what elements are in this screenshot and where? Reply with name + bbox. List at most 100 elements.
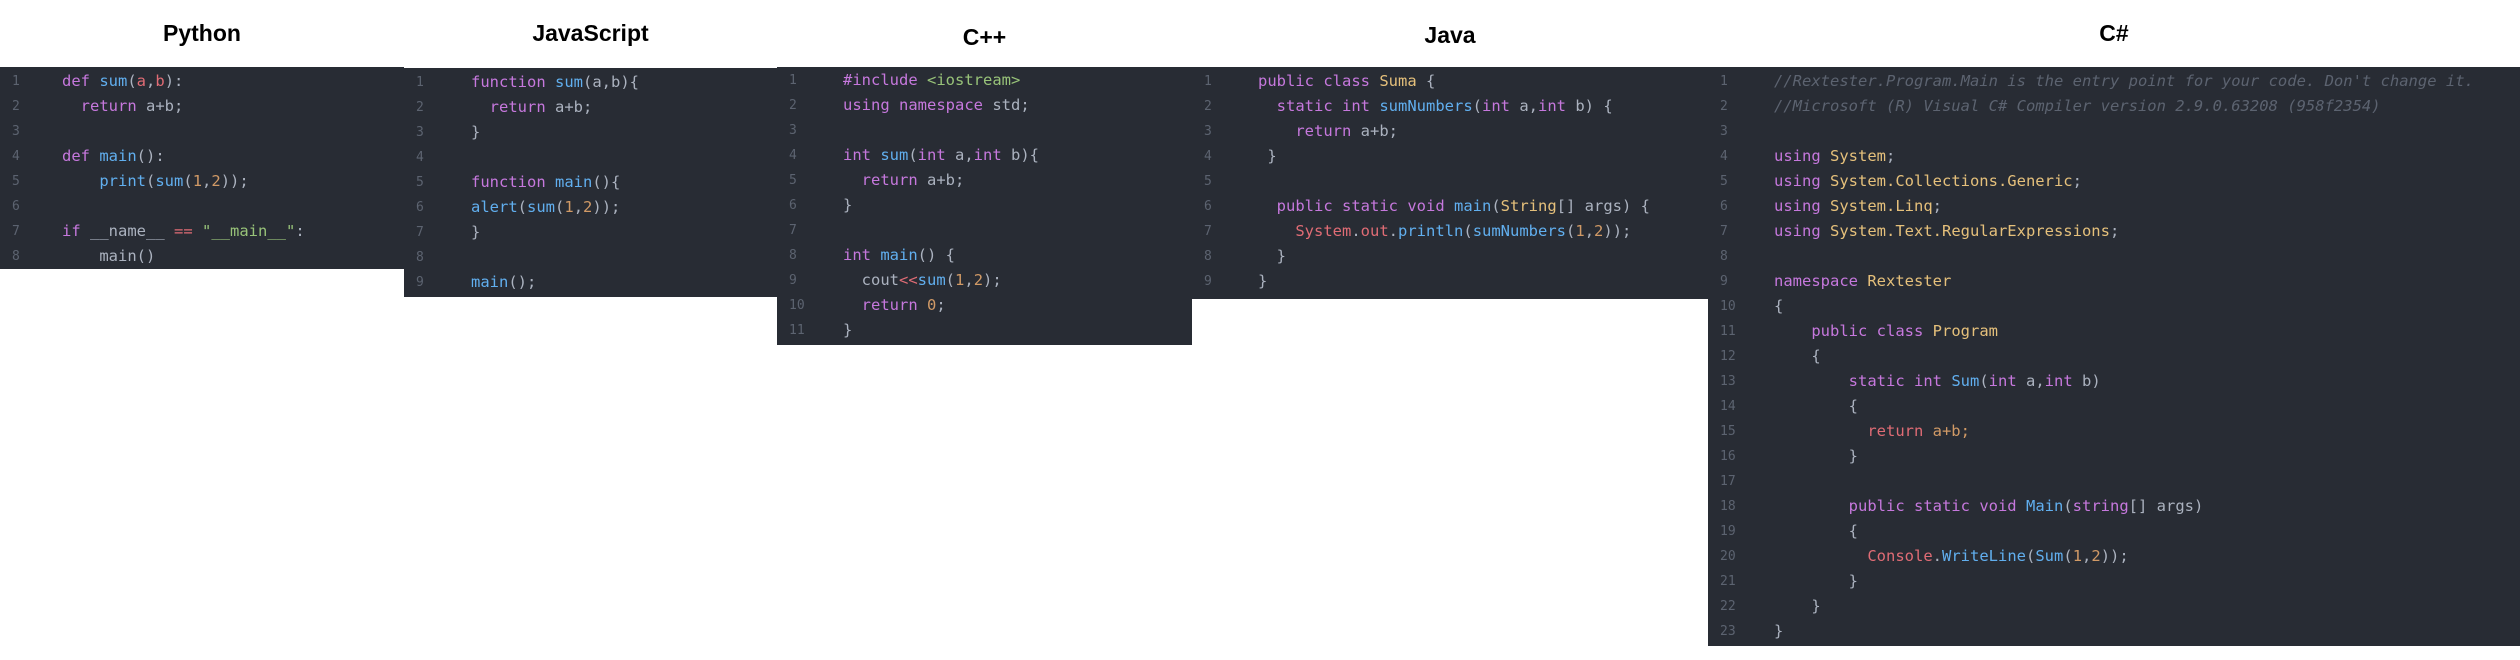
code-token: main — [471, 273, 509, 291]
code-line: 8 — [1708, 244, 2520, 269]
code-token: 2 — [583, 198, 593, 216]
code-token: } — [1258, 247, 1286, 265]
code-token: 1 — [955, 271, 965, 289]
code-line: 11 public class Program — [1708, 319, 2520, 344]
code-token: , — [202, 172, 212, 190]
code-token: int — [2044, 372, 2082, 390]
line-number: 6 — [1204, 199, 1212, 214]
code-line: 3 — [0, 119, 404, 144]
line-number: 11 — [1720, 324, 1736, 339]
code-token: ): — [164, 72, 184, 90]
code-token: 1 — [1575, 222, 1585, 240]
line-number: 5 — [416, 175, 424, 190]
code-token: , — [573, 198, 584, 216]
code-token: { — [1774, 347, 1821, 365]
code-token: )); — [220, 172, 249, 190]
code-token: ( — [1979, 372, 1989, 390]
code-line: 7 using System.Text.RegularExpressions; — [1708, 219, 2520, 244]
code-text: #include <iostream> — [843, 68, 1020, 93]
code-token: return — [471, 98, 555, 116]
panel-title: C# — [2099, 20, 2129, 46]
code-line: 1 function sum(a,b){ — [404, 70, 777, 95]
panel-title: C++ — [962, 24, 1007, 50]
code-token: using — [1774, 222, 1830, 240]
code-text: def sum(a,b): — [62, 69, 183, 94]
code-text: //Rextester.Program.Main is the entry po… — [1774, 69, 2474, 94]
code-line: 15 return a+b; — [1708, 419, 2520, 444]
code-block[interactable]: 1 #include <iostream> 2 using namespace std… — [777, 67, 1192, 345]
code-token: int — [1342, 97, 1380, 115]
line-number: 4 — [1720, 149, 1728, 164]
line-number: 17 — [1720, 474, 1736, 489]
code-token: 1 — [192, 172, 203, 190]
line-number: 8 — [416, 250, 424, 265]
code-token: } — [1774, 447, 1858, 465]
code-text: int main() { — [843, 243, 955, 268]
code-text: { — [1774, 394, 1858, 419]
code-text: { — [1774, 344, 1821, 369]
code-token: public — [1774, 497, 1914, 515]
code-token: ; — [2109, 222, 2120, 240]
code-text: { — [1774, 519, 1858, 544]
code-line: 9 main(); — [404, 270, 777, 295]
code-token: ( — [908, 146, 918, 164]
line-number: 9 — [789, 273, 797, 288]
code-token: , — [964, 271, 974, 289]
line-number: 3 — [12, 124, 20, 139]
code-token: ( — [183, 172, 193, 190]
code-text: using namespace std; — [843, 93, 1030, 118]
code-text: static int sumNumbers(int a,int b) { — [1258, 94, 1613, 119]
code-text: } — [1774, 569, 1858, 594]
line-number: 3 — [416, 125, 424, 140]
line-number: 6 — [789, 198, 797, 213]
code-token: { — [1426, 72, 1436, 90]
line-number: 7 — [789, 223, 797, 238]
code-line: 13 static int Sum(int a,int b) — [1708, 369, 2520, 394]
code-block[interactable]: 1 public class Suma {2 static int sumNumb… — [1192, 67, 1708, 299]
code-text: function sum(a,b){ — [471, 70, 639, 95]
code-token: (): — [136, 147, 165, 165]
code-line: 8 int main() { — [777, 243, 1192, 268]
line-number: 1 — [1720, 74, 1728, 89]
code-line: 17 — [1708, 469, 2520, 494]
code-token: a+b; — [1360, 122, 1398, 140]
code-token: #include — [843, 71, 927, 89]
code-token: (a,b){ — [583, 73, 639, 91]
code-block[interactable]: 1 //Rextester.Program.Main is the entry p… — [1708, 67, 2520, 646]
code-text: } — [1258, 269, 1267, 294]
code-line: 4 def main(): — [0, 144, 404, 169]
code-line: 3 — [777, 118, 1192, 143]
code-token: . — [1388, 222, 1399, 240]
code-line: 22 } — [1708, 594, 2520, 619]
code-line: 9 namespace Rextester — [1708, 269, 2520, 294]
code-token: . — [1351, 222, 1361, 240]
code-text: public static void main(String[] args) { — [1258, 194, 1650, 219]
code-text: main(); — [471, 270, 536, 295]
code-token: (); — [508, 273, 537, 291]
line-number: 1 — [1204, 74, 1212, 89]
code-line: 1 def sum(a,b): — [0, 69, 404, 94]
code-token: return — [1774, 422, 1933, 440]
code-token: int — [973, 146, 1011, 164]
code-text: return a+b; — [62, 94, 184, 119]
code-text: } — [1774, 619, 1783, 644]
code-text: namespace Rextester — [1774, 269, 1951, 294]
code-line: 2 return a+b; — [0, 94, 404, 119]
line-number: 6 — [416, 200, 424, 215]
code-token: } — [843, 321, 853, 339]
line-number: 1 — [416, 75, 424, 90]
code-token: cout — [843, 271, 899, 289]
line-number: 15 — [1720, 424, 1736, 439]
code-token: ( — [2063, 497, 2073, 515]
code-block[interactable]: 1 function sum(a,b){2 return a+b; 3} 4 5 func… — [404, 68, 777, 297]
code-token: sum — [155, 172, 184, 190]
panel-python: Python 1 def sum(a,b): 2 return a+b; 3 4 def m… — [0, 0, 404, 660]
code-token: static — [1774, 372, 1914, 390]
code-token: } — [1774, 622, 1784, 640]
code-token: sum — [880, 146, 909, 164]
code-block[interactable]: 1 def sum(a,b): 2 return a+b; 3 4 def main():… — [0, 67, 404, 269]
code-line: 6 using System.Linq; — [1708, 194, 2520, 219]
code-text: } — [471, 120, 480, 145]
code-token: ( — [127, 72, 137, 90]
code-text: static int Sum(int a,int b) — [1774, 369, 2101, 394]
